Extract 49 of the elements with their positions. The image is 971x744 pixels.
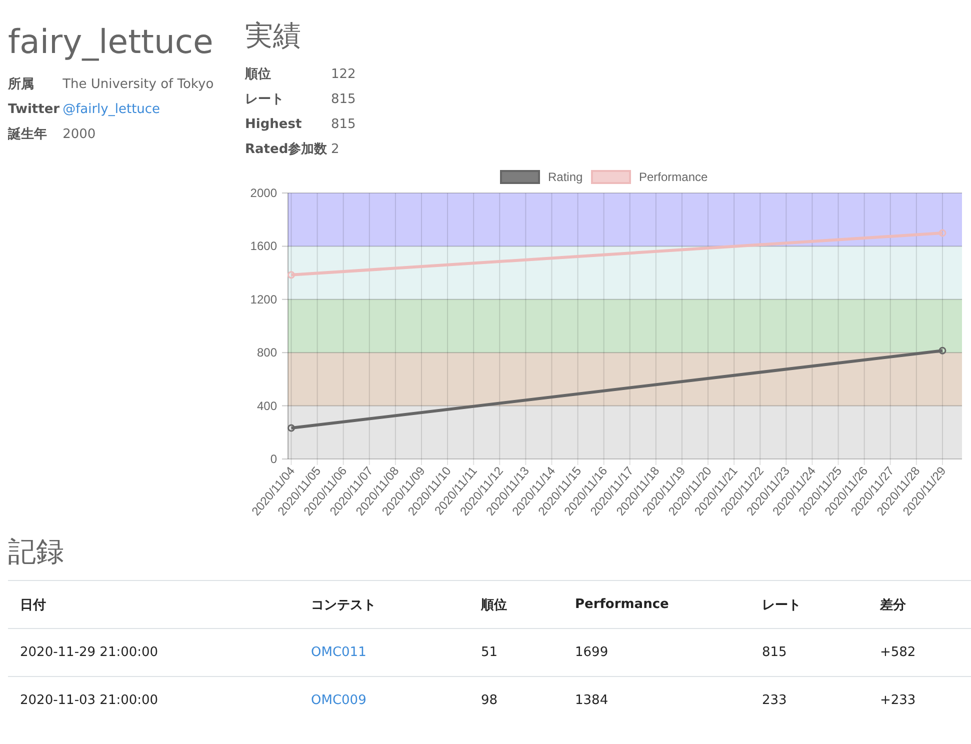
legend-swatch <box>500 170 540 184</box>
username: fairy_lettuce <box>8 22 214 62</box>
data-point <box>938 229 946 237</box>
table-cell: 1384 <box>563 676 750 724</box>
contest-link[interactable]: OMC011 <box>311 645 366 660</box>
column-header: 日付 <box>8 580 299 628</box>
axis-tick-label: 2000 <box>250 186 277 200</box>
table-cell: +582 <box>868 628 971 676</box>
table-cell: 98 <box>469 676 563 724</box>
table-cell: 233 <box>750 676 868 724</box>
stat-label: 順位 <box>245 66 272 84</box>
table-cell: 1699 <box>563 628 750 676</box>
table-cell: 2020-11-03 21:00:00 <box>8 676 299 724</box>
section-heading: 実績 <box>245 18 302 54</box>
column-header: 順位 <box>469 580 563 628</box>
field-label: 誕生年 <box>8 126 48 144</box>
axis-tick-label: 800 <box>256 346 277 360</box>
table-cell: +233 <box>868 676 971 724</box>
stat-label: Rated参加数 <box>245 141 328 159</box>
stat-value: 815 <box>331 91 357 109</box>
stat-label: レート <box>245 91 285 109</box>
legend-label[interactable]: Performance <box>639 170 708 184</box>
field-value: The University of Tokyo <box>62 76 215 94</box>
twitter-link[interactable]: @fairly_lettuce <box>62 99 245 120</box>
column-header: 差分 <box>868 580 971 628</box>
table-cell: 2020-11-29 21:00:00 <box>8 628 299 676</box>
table-cell: 51 <box>469 628 563 676</box>
field-label: 所属 <box>8 76 35 94</box>
stat-value: 815 <box>331 116 357 134</box>
data-point <box>288 424 295 432</box>
axis-tick-label: 400 <box>256 398 277 413</box>
column-header: Performance <box>563 580 750 628</box>
axis-tick-label: 0 <box>270 452 277 466</box>
axis-tick-label: 1200 <box>250 292 277 306</box>
column-header: レート <box>750 580 868 628</box>
data-point <box>288 271 295 279</box>
stat-value: 2 <box>331 141 340 159</box>
axis-tick-label: 1600 <box>250 239 277 254</box>
stat-value: 122 <box>331 66 357 84</box>
data-point <box>938 346 946 354</box>
section-heading: 記録 <box>8 534 65 570</box>
table-cell: 815 <box>750 628 868 676</box>
legend-label[interactable]: Rating <box>548 170 583 184</box>
stat-label: Highest <box>245 116 303 134</box>
field-label: Twitter <box>8 101 60 119</box>
legend-swatch <box>591 170 631 184</box>
column-header: コンテスト <box>299 580 469 628</box>
field-value: 2000 <box>62 126 97 144</box>
contest-link[interactable]: OMC009 <box>311 693 366 708</box>
